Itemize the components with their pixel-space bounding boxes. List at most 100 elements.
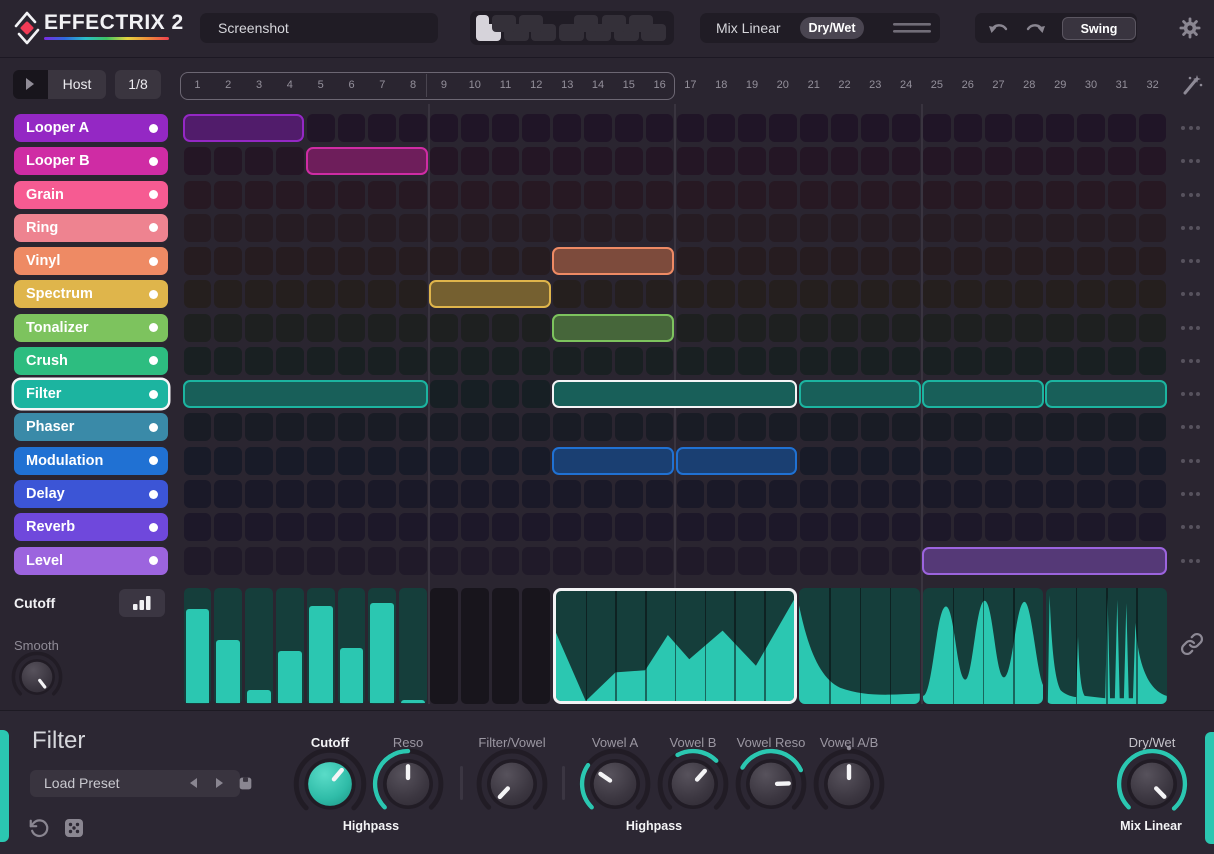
grid-cell[interactable] <box>245 213 273 242</box>
grid-cell[interactable] <box>1107 313 1136 342</box>
grid-cell[interactable] <box>707 313 736 342</box>
effect-block[interactable] <box>552 446 675 475</box>
grid-cell[interactable] <box>275 446 304 475</box>
grid-cell[interactable] <box>984 413 1013 442</box>
envelope-segment[interactable] <box>799 588 921 704</box>
grid-cell[interactable] <box>645 546 674 575</box>
dry-wet-knob[interactable] <box>1113 745 1191 823</box>
grid-cell[interactable] <box>214 546 243 575</box>
grid-cell[interactable] <box>1077 413 1105 442</box>
grid-cell[interactable] <box>953 147 982 176</box>
grid-cell[interactable] <box>491 180 520 209</box>
grid-cell[interactable] <box>245 313 273 342</box>
smooth-knob[interactable] <box>9 649 65 705</box>
grid-cell[interactable] <box>214 446 243 475</box>
row-options-button[interactable] <box>1181 325 1205 331</box>
track-filter[interactable]: Filter <box>14 380 168 409</box>
envelope-bar-cell[interactable] <box>399 588 427 704</box>
grid-cell[interactable] <box>830 147 859 176</box>
grid-cell[interactable] <box>861 446 890 475</box>
effect-block[interactable] <box>182 380 428 409</box>
grid-cell[interactable] <box>399 346 427 375</box>
grid-cell[interactable] <box>491 247 520 276</box>
grid-cell[interactable] <box>984 446 1013 475</box>
grid-cell[interactable] <box>738 480 766 508</box>
grid-cell[interactable] <box>553 413 582 442</box>
grid-cell[interactable] <box>368 114 397 142</box>
grid-cell[interactable] <box>707 180 736 209</box>
grid-cell[interactable] <box>1107 213 1136 242</box>
grid-cell[interactable] <box>1107 247 1136 276</box>
link-icon[interactable] <box>1180 632 1204 656</box>
grid-cell[interactable] <box>214 280 243 309</box>
grid-cell[interactable] <box>1046 180 1075 209</box>
grid-cell[interactable] <box>214 413 243 442</box>
envelope-bar-cell[interactable] <box>368 588 397 704</box>
grid-cell[interactable] <box>1107 180 1136 209</box>
grid-cell[interactable] <box>923 280 951 309</box>
grid-cell[interactable] <box>1107 147 1136 176</box>
grid-cell[interactable] <box>707 346 736 375</box>
reset-icon[interactable] <box>28 817 50 839</box>
grid-cell[interactable] <box>337 346 366 375</box>
grid-cell[interactable] <box>306 513 335 542</box>
envelope-segment[interactable] <box>1045 588 1167 704</box>
grid-cell[interactable] <box>799 280 828 309</box>
grid-cell[interactable] <box>953 413 982 442</box>
grid-cell[interactable] <box>430 114 458 142</box>
grid-cell[interactable] <box>491 480 520 508</box>
grid-cell[interactable] <box>861 480 890 508</box>
row-options-button[interactable] <box>1181 126 1205 131</box>
grid-cell[interactable] <box>460 446 489 475</box>
pattern-key[interactable] <box>491 15 516 32</box>
grid-cell[interactable] <box>214 480 243 508</box>
grid-cell[interactable] <box>861 413 890 442</box>
grid-cell[interactable] <box>799 247 828 276</box>
redo-icon[interactable] <box>1024 20 1046 36</box>
grid-cell[interactable] <box>923 313 951 342</box>
grid-cell[interactable] <box>768 213 797 242</box>
grid-cell[interactable] <box>399 213 427 242</box>
grid-cell[interactable] <box>245 413 273 442</box>
grid-cell[interactable] <box>953 313 982 342</box>
grid-cell[interactable] <box>1046 147 1075 176</box>
grid-cell[interactable] <box>738 280 766 309</box>
grid-cell[interactable] <box>337 313 366 342</box>
grid-cell[interactable] <box>707 413 736 442</box>
grid-cell[interactable] <box>1077 446 1105 475</box>
grid-cell[interactable] <box>614 480 643 508</box>
grid-cell[interactable] <box>337 480 366 508</box>
track-spectrum[interactable]: Spectrum <box>14 280 168 309</box>
grid-cell[interactable] <box>1015 213 1044 242</box>
grid-cell[interactable] <box>923 247 951 276</box>
grid-cell[interactable] <box>214 346 243 375</box>
grid-cell[interactable] <box>984 114 1013 142</box>
grid-cell[interactable] <box>830 280 859 309</box>
grid-cell[interactable] <box>738 147 766 176</box>
grid-cell[interactable] <box>275 546 304 575</box>
grid-cell[interactable] <box>984 313 1013 342</box>
row-options-button[interactable] <box>1181 159 1205 164</box>
grid-cell[interactable] <box>1077 313 1105 342</box>
grid-cell[interactable] <box>1015 313 1044 342</box>
grid-cell[interactable] <box>768 480 797 508</box>
grid-cell[interactable] <box>861 180 890 209</box>
grid-cell[interactable] <box>953 446 982 475</box>
envelope-bar-cell[interactable] <box>214 588 243 704</box>
grid-cell[interactable] <box>738 247 766 276</box>
grid-cell[interactable] <box>861 147 890 176</box>
grid-cell[interactable] <box>245 247 273 276</box>
grid-cell[interactable] <box>799 313 828 342</box>
grid-cell[interactable] <box>337 280 366 309</box>
grid-cell[interactable] <box>676 513 705 542</box>
grid-cell[interactable] <box>676 180 705 209</box>
grid-cell[interactable] <box>984 147 1013 176</box>
track-enable-dot[interactable] <box>149 256 158 266</box>
grid-cell[interactable] <box>830 413 859 442</box>
drywet-toggle[interactable]: Dry/Wet <box>800 17 864 39</box>
grid-cell[interactable] <box>1077 180 1105 209</box>
row-options-button[interactable] <box>1181 492 1205 497</box>
envelope-bar-cell[interactable] <box>275 588 304 704</box>
grid-cell[interactable] <box>1077 346 1105 375</box>
grid-cell[interactable] <box>584 180 612 209</box>
